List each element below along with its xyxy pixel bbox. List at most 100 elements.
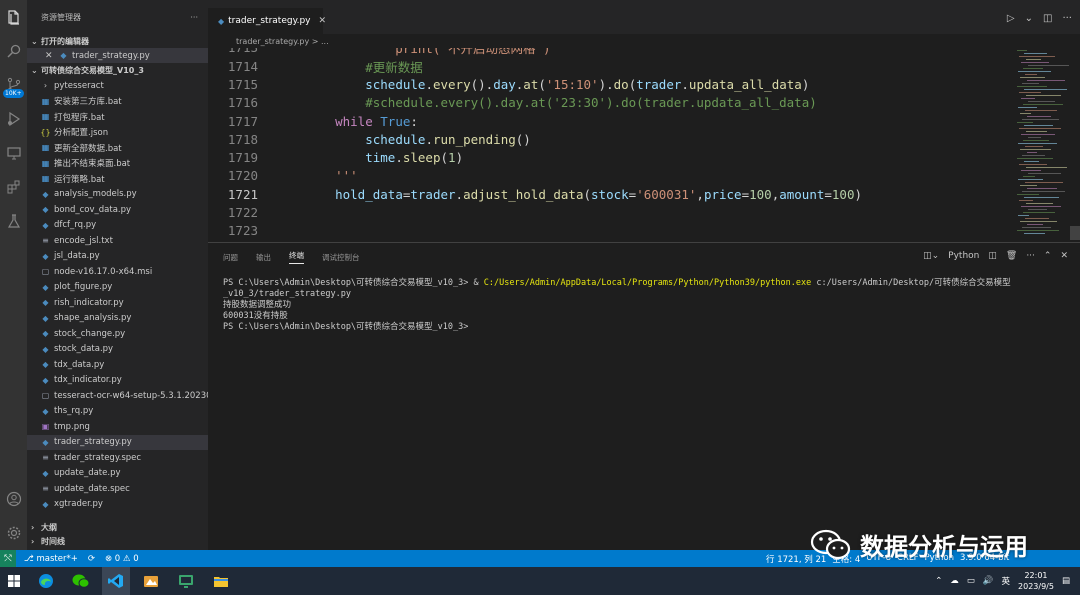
tree-file[interactable]: ◆ xgtrader.py [27, 497, 208, 513]
minimap[interactable] [1013, 48, 1080, 242]
source-control-icon[interactable]: 10K+ [0, 68, 27, 102]
tree-file[interactable]: ◆ update_date.py [27, 466, 208, 482]
explorer-title: 资源管理器 [41, 12, 81, 22]
tree-file[interactable]: ◆ analysis_models.py [27, 187, 208, 203]
tree-file[interactable]: ▦ 打包程序.bat [27, 109, 208, 125]
run-debug-icon[interactable] [0, 102, 27, 136]
project-section[interactable]: ⌄ 可转债综合交易模型_V10_3 [27, 63, 208, 77]
tree-item-label: 推出不结束桌面.bat [54, 159, 131, 170]
volume-icon[interactable]: 🔊 [983, 576, 994, 586]
tree-file[interactable]: ◆ plot_figure.py [27, 280, 208, 296]
more-actions-button[interactable]: ··· [190, 13, 198, 22]
vscode-icon[interactable] [102, 567, 130, 595]
tree-file[interactable]: ▦ 更新全部数据.bat [27, 140, 208, 156]
code-editor[interactable]: 1713 print('不开启动态网格') 1714 #更新数据1715 sch… [208, 48, 1013, 242]
maximize-panel-icon[interactable]: ⌃ [1044, 251, 1052, 261]
code-token: ) [455, 150, 464, 166]
tree-file[interactable]: ◆ stock_change.py [27, 326, 208, 342]
tree-file[interactable]: ◆ dfcf_rq.py [27, 218, 208, 234]
split-terminal-icon[interactable]: ◫ [988, 251, 997, 261]
remote-icon[interactable] [172, 567, 200, 595]
minimap-line [1023, 104, 1063, 105]
tree-file[interactable]: ◆ trader_strategy.py [27, 434, 208, 450]
panel-tab[interactable]: 终端 [289, 250, 304, 264]
explorer-icon[interactable] [0, 0, 27, 34]
close-panel-icon[interactable]: ✕ [1060, 251, 1068, 261]
terminal-output[interactable]: PS C:\Users\Admin\Desktop\可转债综合交易模型_v10_… [223, 278, 1073, 333]
tree-file[interactable]: ≡ encode_jsl.txt [27, 233, 208, 249]
sync-icon[interactable]: ⟳ [88, 554, 95, 564]
problems-status[interactable]: ⊗ 0 ⚠ 0 [105, 554, 139, 564]
tree-file[interactable]: ▦ 推出不结束桌面.bat [27, 156, 208, 172]
edge-icon[interactable] [32, 567, 60, 595]
timeline-section[interactable]: › 时间线 [27, 534, 208, 548]
battery-icon[interactable]: ▭ [967, 576, 975, 586]
kill-terminal-icon[interactable]: 🗑 [1006, 251, 1017, 261]
tree-item-label: ths_rq.py [54, 406, 94, 417]
tree-file[interactable]: ▦ 安装第三方库.bat [27, 94, 208, 110]
windows-start-icon[interactable] [3, 567, 25, 595]
tree-file[interactable]: ≡ trader_strategy.spec [27, 450, 208, 466]
remote-explorer-icon[interactable] [0, 136, 27, 170]
tree-file[interactable]: ◆ tdx_indicator.py [27, 373, 208, 389]
testing-icon[interactable] [0, 204, 27, 238]
shell-label[interactable]: Python [948, 251, 979, 261]
file-explorer-icon[interactable] [207, 567, 235, 595]
tree-file[interactable]: ◆ ths_rq.py [27, 404, 208, 420]
tree-folder[interactable]: › pytesseract [27, 78, 208, 94]
tree-file[interactable]: ◆ jsl_data.py [27, 249, 208, 265]
tree-item-label: plot_figure.py [54, 282, 113, 293]
app-icon[interactable] [137, 567, 165, 595]
breadcrumb[interactable]: trader_strategy.py > ... [208, 34, 1008, 48]
outline-section[interactable]: › 大纲 [27, 520, 208, 534]
wechat-icon[interactable] [67, 567, 95, 595]
python-file-icon: ◆ [42, 220, 49, 230]
cloud-icon[interactable]: ☁ [950, 576, 959, 586]
extensions-icon[interactable] [0, 170, 27, 204]
code-token: . [681, 76, 689, 92]
clock[interactable]: 22:01 2023/9/5 [1018, 570, 1054, 592]
tree-file[interactable]: {} 分析配置.json [27, 125, 208, 141]
branch-status[interactable]: ⎇ master*+ [24, 554, 78, 564]
more-actions-icon[interactable]: ··· [1062, 13, 1072, 24]
more-actions-icon[interactable]: ··· [1026, 251, 1035, 261]
minimap-line [1025, 110, 1057, 111]
tree-file[interactable]: ▣ tmp.png [27, 419, 208, 435]
tab-trader-strategy[interactable]: ◆ trader_strategy.py ✕ [208, 8, 326, 34]
tree-file[interactable]: ▢ node-v16.17.0-x64.msi [27, 264, 208, 280]
tray-chevron-up-icon[interactable]: ⌃ [935, 576, 942, 586]
chevron-down-icon[interactable]: ⌄ [1025, 13, 1033, 24]
split-editor-icon[interactable]: ◫ [1043, 13, 1052, 24]
panel-tab[interactable]: 问题 [223, 252, 238, 263]
tree-file[interactable]: ≡ update_date.spec [27, 481, 208, 497]
tree-file[interactable]: ▦ 运行策略.bat [27, 171, 208, 187]
tree-item-label: update_date.py [54, 468, 121, 479]
run-python-file-icon[interactable]: ▷ [1007, 13, 1015, 24]
chevron-down-icon: ⌄ [31, 65, 38, 75]
panel-tab[interactable]: 输出 [256, 252, 271, 263]
notification-icon[interactable]: ▤ [1062, 576, 1070, 586]
close-icon[interactable]: ✕ [45, 51, 57, 61]
tree-file[interactable]: ◆ tdx_data.py [27, 357, 208, 373]
tree-file[interactable]: ◆ rish_indicator.py [27, 295, 208, 311]
open-editors-section[interactable]: ⌄ 打开的编辑器 [27, 34, 208, 48]
close-icon[interactable]: ✕ [319, 16, 327, 26]
manage-gear-icon[interactable] [0, 516, 27, 550]
python-file-icon: ◆ [42, 375, 49, 385]
tree-file[interactable]: ◆ stock_data.py [27, 342, 208, 358]
panel-tab[interactable]: 调试控制台 [322, 252, 360, 263]
line-code: time.sleep(1) [258, 150, 463, 165]
tree-file[interactable]: ▢ tesseract-ocr-w64-setup-5.3.1.20230... [27, 388, 208, 404]
search-icon[interactable] [0, 34, 27, 68]
minimap-slider[interactable] [1070, 226, 1080, 240]
line-code: ''' [258, 168, 358, 183]
remote-indicator-icon[interactable]: ⤲ [0, 550, 16, 567]
ime-indicator[interactable]: 英 [1002, 575, 1011, 587]
tree-file[interactable]: ◆ bond_cov_data.py [27, 202, 208, 218]
python-file-icon: ◆ [42, 344, 49, 354]
open-editor-item[interactable]: ✕ ◆ trader_strategy.py [27, 48, 208, 63]
account-icon[interactable] [0, 482, 27, 516]
tree-file[interactable]: ◆ shape_analysis.py [27, 311, 208, 327]
terminal-layout-icon[interactable]: ◫⌄ [923, 251, 939, 261]
